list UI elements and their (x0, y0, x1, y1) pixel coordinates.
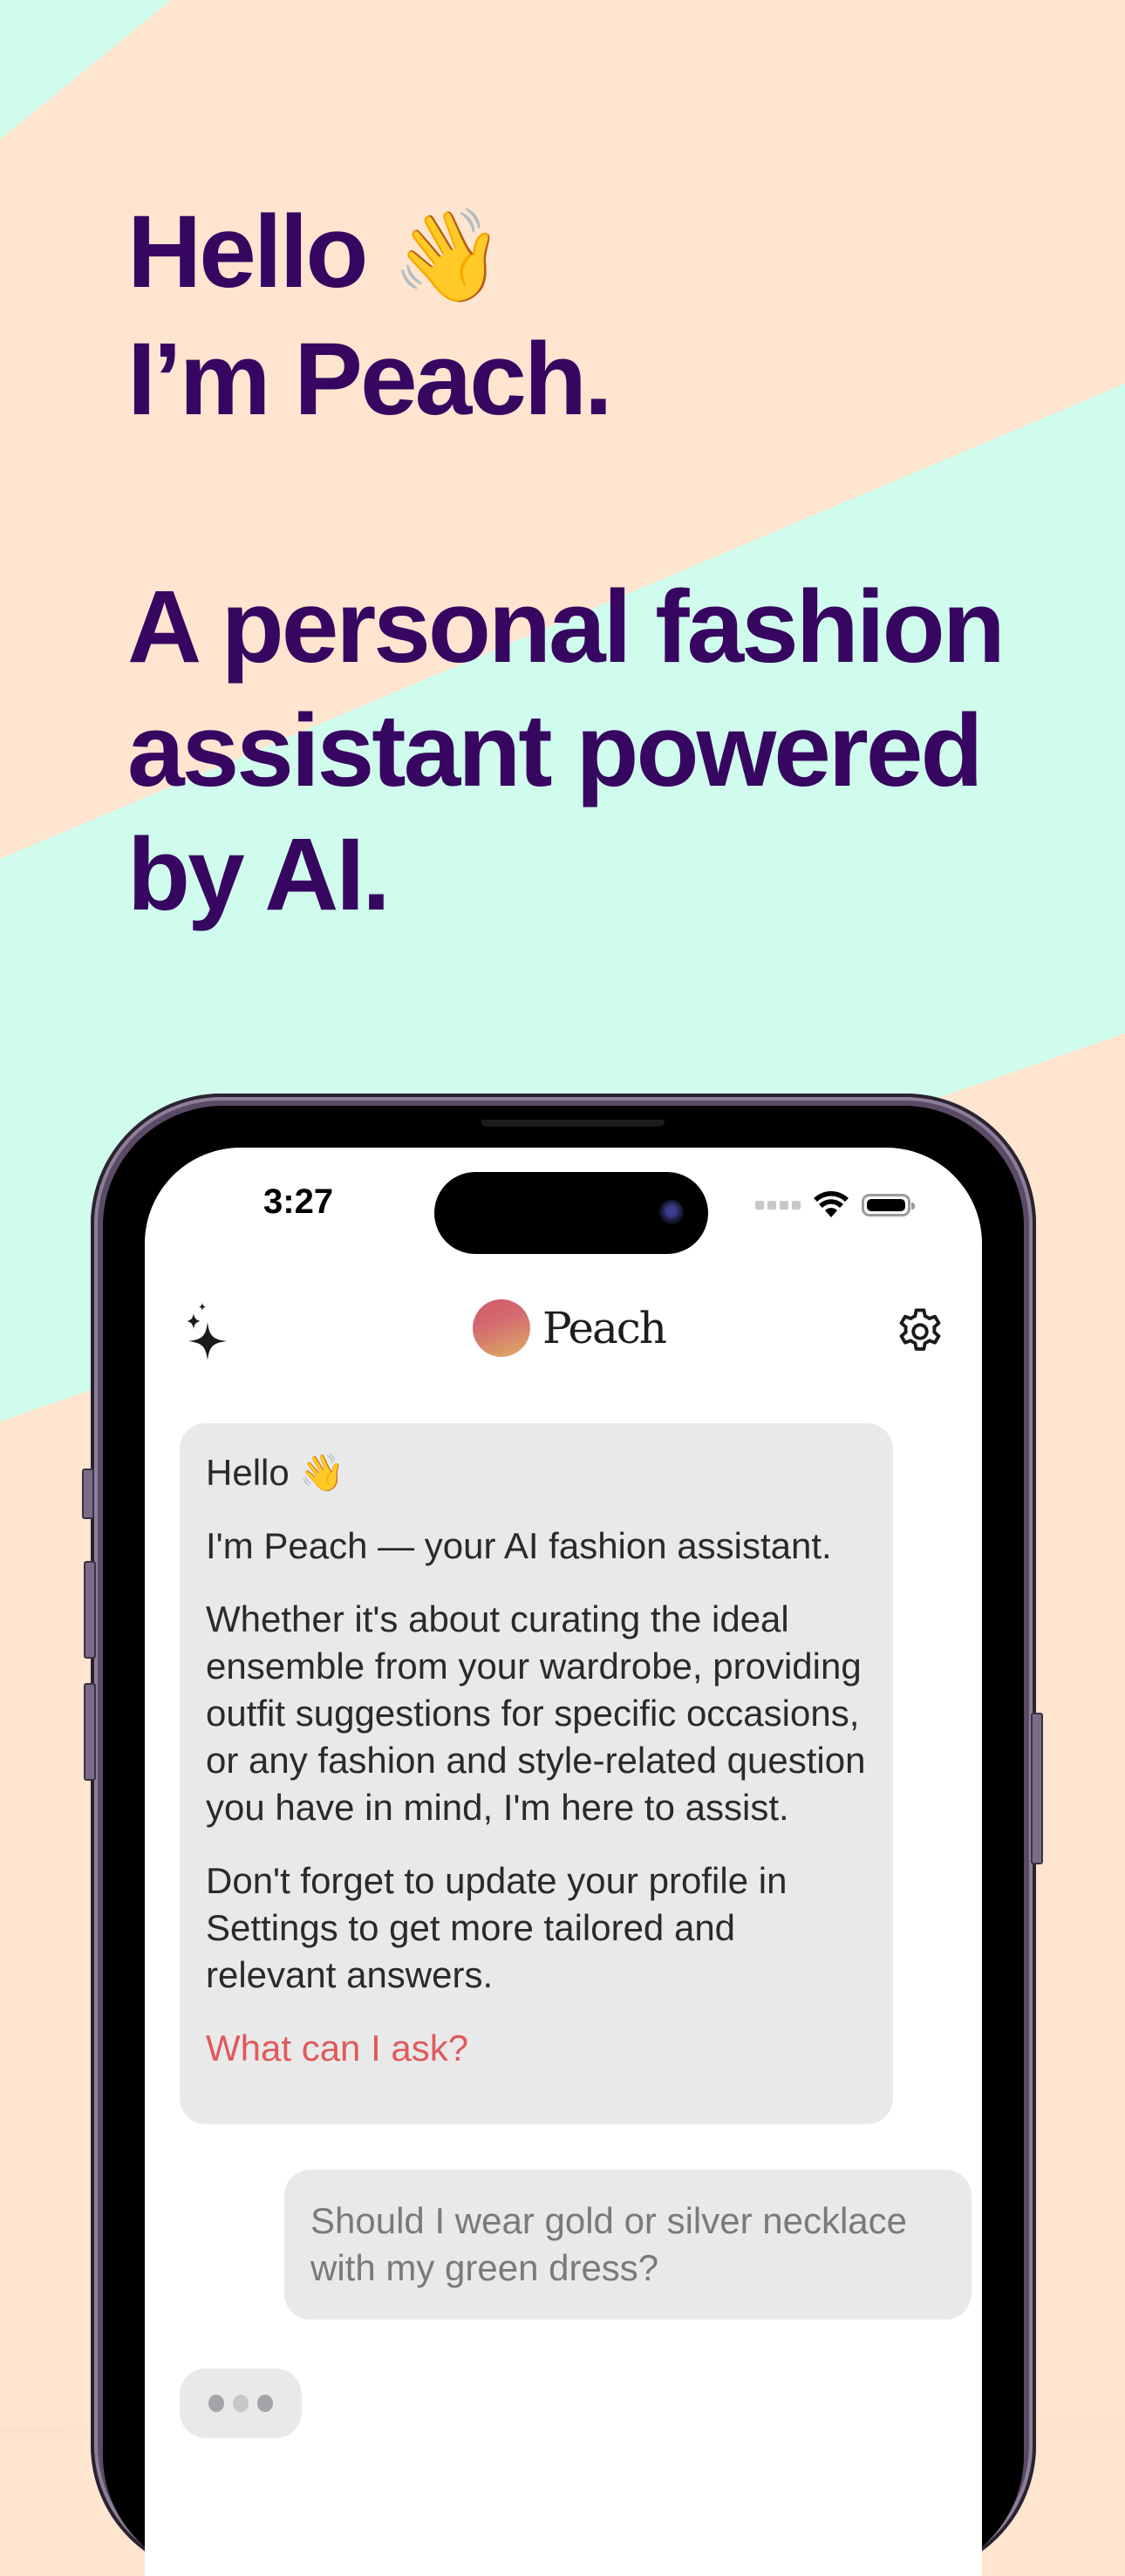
peach-logo-icon (473, 1299, 530, 1357)
action-button (82, 1469, 94, 1519)
hero-tagline-line: A personal fashion (127, 569, 1006, 685)
sparkles-button[interactable] (181, 1301, 234, 1362)
waving-hand-icon: 👋 (299, 1451, 345, 1494)
gear-icon (899, 1308, 941, 1351)
volume-up-button (84, 1561, 96, 1659)
bot-paragraph: Whether it's about curating the ideal en… (206, 1598, 866, 1828)
typing-indicator (180, 2368, 302, 2438)
phone-frame: 3:27 Peach Hello 👋 I'm Peach — your AI f… (82, 1094, 1043, 2576)
wifi-icon (814, 1191, 849, 1217)
side-button (1031, 1713, 1043, 1864)
phone-bezel: 3:27 Peach Hello 👋 I'm Peach — your AI f… (103, 1106, 1024, 2576)
bot-paragraph: I'm Peach — your AI fashion assistant. (206, 1525, 832, 1566)
sparkles-icon (187, 1303, 227, 1360)
waving-hand-icon: 👋 (392, 202, 504, 309)
status-time: 3:27 (263, 1182, 334, 1221)
battery-icon (862, 1194, 915, 1216)
volume-down-button (84, 1683, 96, 1781)
bot-paragraph: Don't forget to update your profile in S… (206, 1860, 788, 1995)
signal-dots-icon (755, 1201, 801, 1210)
bot-message-bubble: Hello 👋 I'm Peach — your AI fashion assi… (180, 1423, 893, 2124)
settings-button[interactable] (893, 1305, 947, 1359)
hero-greeting-text: Hello (127, 194, 368, 310)
camera-icon (659, 1200, 684, 1224)
hero-tagline-line: assistant powered (127, 693, 984, 808)
what-can-i-ask-link[interactable]: What can I ask? (206, 2025, 867, 2072)
brand-name: Peach (542, 1303, 667, 1353)
hero-intro: I’m Peach. (127, 322, 613, 437)
app-brand: Peach (473, 1299, 667, 1357)
typing-dot (257, 2395, 273, 2412)
earpiece-speaker (481, 1120, 665, 1127)
bot-greeting-text: Hello (206, 1452, 290, 1493)
hero-tagline-line: by AI. (127, 817, 391, 932)
app-screen: 3:27 Peach Hello 👋 I'm Peach — your AI f… (145, 1148, 982, 2576)
hero-headline: Hello 👋 I’m Peach. A personal fashion as… (127, 190, 1006, 937)
user-message-bubble: Should I wear gold or silver necklace wi… (284, 2170, 972, 2320)
typing-dot (233, 2395, 249, 2412)
typing-dot (208, 2395, 224, 2412)
status-icons (755, 1191, 915, 1219)
bot-greeting: Hello 👋 (206, 1449, 867, 1496)
app-navbar: Peach (145, 1287, 982, 1374)
hero-greeting: Hello 👋 (127, 190, 1003, 317)
dynamic-island (434, 1172, 708, 1254)
